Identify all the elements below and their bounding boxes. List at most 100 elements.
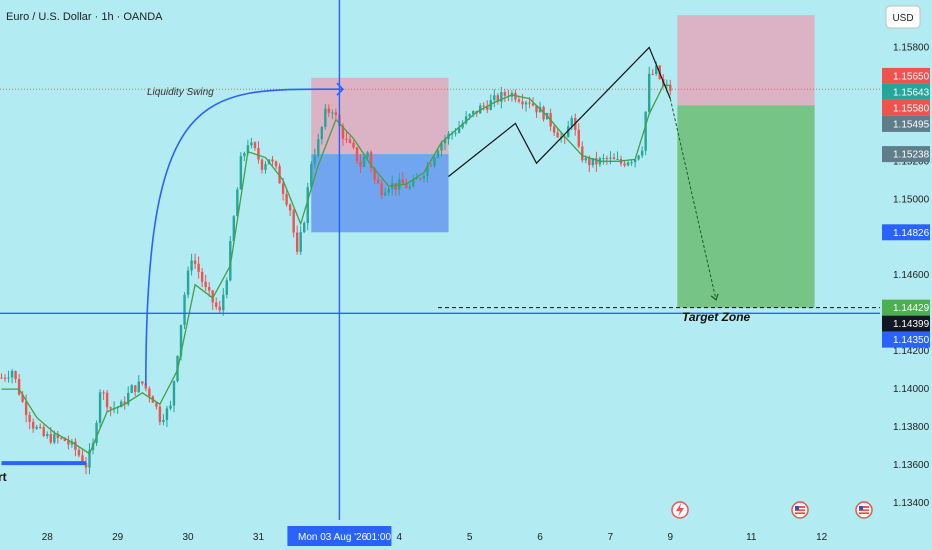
candle-body <box>215 302 218 307</box>
x-tick-label: 11 <box>746 532 757 543</box>
chart-title: Euro / U.S. Dollar · 1h · OANDA <box>6 11 163 23</box>
candle-body <box>39 426 42 428</box>
currency-label: USD <box>892 13 913 24</box>
price-badge: 1.14826 <box>882 224 930 241</box>
candle-body <box>531 103 535 106</box>
price-badge: 1.14429 <box>882 299 930 316</box>
candle-body <box>155 402 158 407</box>
candle-body <box>408 186 412 189</box>
candle-body <box>186 270 190 295</box>
candle-body <box>401 179 404 184</box>
candle-body <box>313 155 316 164</box>
price-badge-label: 1.14826 <box>893 228 930 239</box>
candle-body <box>570 118 573 127</box>
candle-body <box>422 175 426 179</box>
price-badge-label: 1.14399 <box>893 319 930 330</box>
candle-body <box>588 157 591 166</box>
candle-body <box>630 162 633 164</box>
candle-body <box>183 294 186 325</box>
currency-button[interactable]: USD <box>885 5 921 29</box>
event-lightning-icon[interactable] <box>671 501 689 519</box>
candle-body <box>295 232 299 252</box>
candle-body <box>134 385 137 392</box>
candle-body <box>204 281 207 288</box>
event-us-flag-icon[interactable] <box>855 501 873 519</box>
candle-body <box>200 271 204 282</box>
right-stop-zone[interactable] <box>677 15 815 106</box>
candle-body <box>366 152 369 158</box>
candle-body <box>605 158 609 160</box>
candle <box>98 389 102 429</box>
y-tick-label: 1.14200 <box>893 346 930 357</box>
candle-body <box>616 158 619 160</box>
candle-body <box>222 294 225 311</box>
candle-body <box>260 159 264 170</box>
x-tick-label: 4 <box>396 532 402 543</box>
y-tick-label: 1.15800 <box>893 42 930 53</box>
candle-body <box>257 148 260 160</box>
chart-window: 1.158001.154001.152001.150001.146001.142… <box>0 0 932 550</box>
candle-body <box>148 388 151 397</box>
event-us-flag-icon[interactable] <box>791 501 809 519</box>
candle-body <box>521 101 524 105</box>
candle-body <box>299 232 302 252</box>
x-tick-label: 12 <box>816 532 828 543</box>
candle-body <box>193 260 197 264</box>
candle-body <box>436 150 440 158</box>
candle-body <box>380 183 383 196</box>
right-target-zone[interactable] <box>677 105 815 308</box>
candle-body <box>362 157 366 167</box>
candle-body <box>292 210 295 233</box>
price-badge: 1.15580 <box>882 99 930 116</box>
candle-body <box>556 132 559 138</box>
x-tick-label: 30 <box>182 532 194 543</box>
candle-body <box>637 155 640 160</box>
candle <box>183 291 186 329</box>
x-tick-label: 28 <box>42 532 54 543</box>
candle <box>95 420 98 446</box>
price-badge-label: 1.15238 <box>893 150 930 161</box>
candle-body <box>647 73 651 112</box>
candle-body <box>218 306 221 311</box>
candle-body <box>355 147 359 162</box>
candle-body <box>303 222 306 233</box>
candle-body <box>482 105 485 107</box>
candle-body <box>517 99 521 102</box>
candle-body <box>584 157 588 161</box>
candle-body <box>528 102 531 104</box>
candle <box>130 384 133 394</box>
target-zone-label: Target Zone <box>682 310 751 324</box>
candle <box>186 266 190 299</box>
candle-body <box>165 408 169 420</box>
candle-body <box>14 371 17 380</box>
y-tick-label: 1.14000 <box>893 384 930 395</box>
candle-body <box>253 142 257 149</box>
candle-body <box>225 280 228 295</box>
candle-body <box>429 165 433 167</box>
candle-body <box>609 157 612 159</box>
candle-body <box>207 287 211 291</box>
candle-body <box>493 95 496 101</box>
candle-body <box>42 427 45 436</box>
price-badge-label: 1.15650 <box>893 71 930 82</box>
candle-body <box>359 161 362 167</box>
candle-body <box>109 407 112 409</box>
candle-body <box>433 157 436 166</box>
candle-body <box>327 108 331 113</box>
candle-body <box>31 421 35 429</box>
candle-body <box>454 132 457 134</box>
candle-body <box>524 102 528 105</box>
candle-body <box>352 142 355 148</box>
candle-body <box>394 183 397 190</box>
candle-body <box>35 426 38 429</box>
candle-body <box>626 162 630 166</box>
x-tick-label: 9 <box>668 532 674 543</box>
candle-body <box>331 112 334 114</box>
candle-body <box>387 188 390 193</box>
price-badge: 1.14399 <box>882 315 930 332</box>
y-tick-label: 1.13600 <box>893 460 930 471</box>
candle-body <box>3 377 7 379</box>
candle-body <box>503 92 507 96</box>
price-badge: 1.15643 <box>882 83 930 100</box>
y-tick-label: 1.14600 <box>893 270 930 281</box>
